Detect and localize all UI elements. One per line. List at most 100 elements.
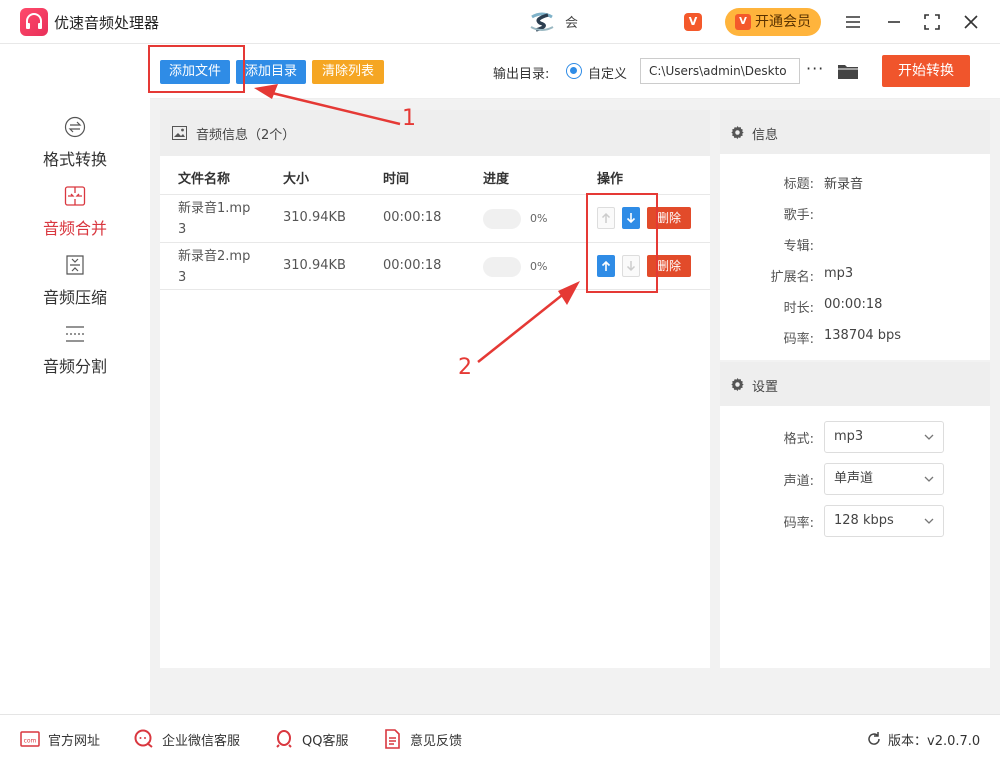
settings-panel-header: 设置 — [720, 362, 990, 406]
wechat-service-link[interactable]: 企业微信客服 — [134, 729, 254, 749]
website-icon: com — [20, 731, 40, 747]
chevron-down-icon — [924, 476, 934, 482]
feedback-label: 意见反馈 — [410, 734, 463, 749]
output-path-input[interactable]: C:\Users\admin\Deskto — [640, 58, 800, 84]
custom-radio[interactable] — [566, 63, 582, 79]
column-header-action: 操作 — [597, 172, 624, 187]
wechat-icon — [134, 729, 153, 748]
file-name: 新录音2.mp3 — [178, 249, 251, 285]
file-size: 310.94KB — [283, 210, 346, 225]
more-button[interactable]: ··· — [806, 59, 824, 78]
settings-panel-title: 设置 — [752, 380, 779, 395]
vip-icon: V — [735, 14, 751, 30]
file-duration: 00:00:18 — [383, 210, 442, 225]
vip-button[interactable]: V 开通会员 — [725, 8, 821, 36]
chevron-down-icon — [924, 434, 934, 440]
info-value-duration: 00:00:18 — [824, 297, 883, 312]
website-link[interactable]: com 官方网址 — [20, 729, 110, 749]
info-value-title: 新录音 — [824, 177, 864, 192]
progress-bar — [483, 209, 521, 229]
maximize-icon[interactable] — [920, 10, 944, 34]
feedback-link[interactable]: 意见反馈 — [382, 729, 472, 749]
sidebar: 格式转换 音频合并 音频压缩 音频分割 — [0, 45, 150, 714]
vip-label: 开通会员 — [755, 14, 811, 30]
wechat-service-label: 企业微信客服 — [162, 734, 241, 749]
info-value-bitrate: 138704 bps — [824, 328, 902, 343]
format-select-value: mp3 — [834, 429, 864, 444]
title-bar: 优速音频处理器 会 V V 开通会员 — [0, 0, 1000, 44]
info-label-duration: 时长: — [783, 301, 814, 316]
compress-icon — [66, 255, 84, 275]
channel-label: 声道: — [783, 474, 814, 489]
file-name: 新录音1.mp3 — [178, 201, 251, 237]
svg-text:com: com — [24, 738, 37, 745]
progress-percent: 0% — [530, 260, 548, 273]
format-label: 格式: — [783, 432, 814, 447]
sidebar-item-label: 音频压缩 — [42, 288, 107, 307]
file-size: 310.94KB — [283, 258, 346, 273]
refresh-icon — [868, 732, 880, 745]
qq-service-label: QQ客服 — [302, 734, 349, 749]
menu-icon[interactable] — [841, 10, 865, 34]
sidebar-item-audio-split[interactable]: 音频分割 — [0, 323, 150, 383]
info-value-extension: mp3 — [824, 266, 854, 281]
app-title: 优速音频处理器 — [54, 14, 160, 32]
promo-icon[interactable]: V — [684, 13, 702, 31]
qq-service-link[interactable]: QQ客服 — [274, 729, 364, 749]
website-label: 官方网址 — [48, 734, 101, 749]
gear-icon — [731, 377, 744, 392]
version-info[interactable]: 版本：v2.0.7.0 — [866, 729, 986, 749]
annotation-box-2 — [586, 193, 658, 293]
bitrate-select[interactable]: 128 kbps — [824, 505, 944, 537]
annotation-label-2: 2 — [458, 355, 472, 380]
column-header-name: 文件名称 — [178, 172, 231, 187]
sidebar-item-format-convert[interactable]: 格式转换 — [0, 116, 150, 176]
split-icon — [66, 326, 84, 342]
clear-list-button[interactable]: 清除列表 — [312, 60, 384, 84]
image-icon — [172, 126, 187, 140]
settings-panel: 设置 格式: mp3 声道: 单声道 码率: 128 kbps — [720, 362, 990, 668]
info-label-bitrate: 码率: — [783, 332, 814, 347]
bottom-bar: com 官方网址 企业微信客服 QQ客服 意见反馈 版本：v2.0.7.0 — [0, 714, 1000, 760]
bitrate-select-value: 128 kbps — [834, 513, 894, 528]
audio-list-title: 音频信息（2个） — [196, 128, 296, 143]
sidebar-item-audio-compress[interactable]: 音频压缩 — [0, 254, 150, 314]
gear-icon — [731, 125, 744, 140]
merge-icon — [64, 186, 86, 206]
qq-icon — [276, 730, 292, 748]
app-logo — [20, 8, 48, 36]
sidebar-item-label: 音频合并 — [42, 219, 107, 238]
version-label: 版本：v2.0.7.0 — [888, 734, 981, 749]
info-panel: 信息 标题: 新录音 歌手: 专辑: 扩展名: mp3 时长: 00:00:18… — [720, 110, 990, 360]
add-directory-button[interactable]: 添加目录 — [236, 60, 306, 84]
sidebar-item-label: 格式转换 — [42, 150, 107, 169]
start-convert-button[interactable]: 开始转换 — [882, 55, 970, 87]
annotation-label-1: 1 — [402, 106, 416, 131]
info-panel-header: 信息 — [720, 110, 990, 154]
column-header-time: 时间 — [383, 172, 410, 187]
channel-select[interactable]: 单声道 — [824, 463, 944, 495]
file-duration: 00:00:18 — [383, 258, 442, 273]
bitrate-label: 码率: — [783, 516, 814, 531]
annotation-box-1 — [148, 45, 245, 93]
output-dir-label: 输出目录: — [493, 67, 550, 82]
folder-icon[interactable] — [837, 62, 859, 80]
column-header-size: 大小 — [283, 172, 310, 187]
minimize-icon[interactable] — [882, 10, 906, 34]
convert-icon — [64, 116, 86, 138]
format-select[interactable]: mp3 — [824, 421, 944, 453]
sidebar-item-audio-merge[interactable]: 音频合并 — [0, 185, 150, 245]
toolbar: 添加文件 添加目录 清除列表 输出目录: 自定义 C:\Users\admin\… — [150, 45, 1000, 99]
channel-select-value: 单声道 — [834, 471, 874, 486]
info-label-extension: 扩展名: — [770, 270, 814, 285]
info-label-album: 专辑: — [783, 239, 814, 254]
chevron-down-icon — [924, 518, 934, 524]
user-avatar[interactable] — [528, 11, 556, 33]
custom-radio-label[interactable]: 自定义 — [588, 63, 627, 82]
info-label-title: 标题: — [783, 177, 814, 192]
close-icon[interactable] — [959, 10, 983, 34]
sidebar-item-label: 音频分割 — [42, 357, 107, 376]
feedback-icon — [385, 729, 400, 749]
column-header-progress: 进度 — [483, 172, 510, 187]
info-label-artist: 歌手: — [783, 208, 814, 223]
